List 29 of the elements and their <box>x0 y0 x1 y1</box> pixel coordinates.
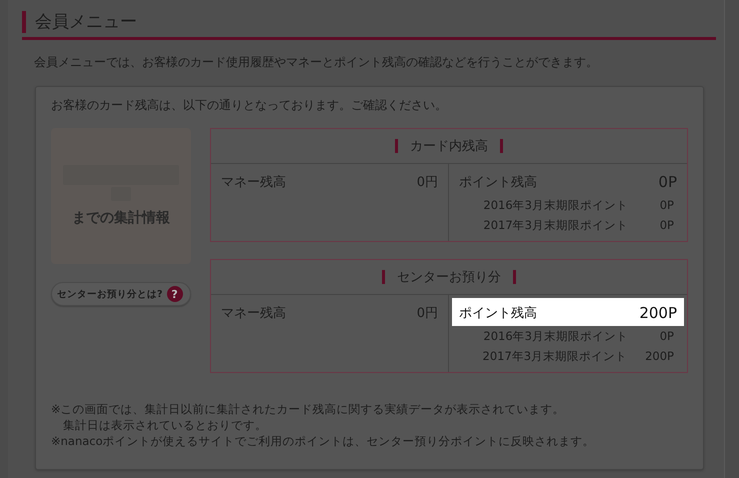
money-value: 0円 <box>416 305 438 322</box>
help-icon: ? <box>166 286 183 302</box>
title-bar-mark <box>382 270 385 284</box>
money-label: マネー残高 <box>221 174 286 191</box>
points-label: ポイント残高 <box>459 305 537 322</box>
expiry-value: 200P <box>645 348 674 364</box>
help-button[interactable]: センターお預り分とは? ? <box>51 282 191 306</box>
expiry-label: 2017年3月末期限ポイント <box>483 217 628 233</box>
title-bar-mark <box>500 139 503 153</box>
expiry-value: 0P <box>658 197 674 213</box>
money-label: マネー残高 <box>221 305 286 322</box>
expiry-label: 2016年3月末期限ポイント <box>483 328 628 344</box>
expiry-label: 2016年3月末期限ポイント <box>483 197 628 213</box>
footnote-text: ※nanacoポイントが使えるサイトでご利用のポイントは、センター預り分ポイントに反映されます。 <box>51 433 596 449</box>
points-value: 0P <box>658 173 677 191</box>
title-bar-mark <box>395 139 398 153</box>
notice-text: お客様のカード残高は、以下の通りとなっております。ご確認ください。 <box>51 97 448 114</box>
footnote-text: 集計日は表示されているとおりです。 <box>62 417 268 433</box>
points-label: ポイント残高 <box>459 174 537 191</box>
section-title: センターお預り分 <box>397 269 501 286</box>
expiry-value: 0P <box>658 328 674 344</box>
money-value: 0円 <box>416 174 438 191</box>
heading-bar-mark <box>22 10 26 32</box>
title-bar-mark <box>513 270 516 284</box>
section-title: カード内残高 <box>410 138 488 155</box>
expiry-value: 0P <box>658 217 674 233</box>
footnote-text: ※この画面では、集計日以前に集計されたカード残高に関する実績データが表示されています。 <box>51 401 566 417</box>
expiry-label: 2017年3月末期限ポイント <box>482 348 628 364</box>
points-value: 200P <box>639 304 677 322</box>
